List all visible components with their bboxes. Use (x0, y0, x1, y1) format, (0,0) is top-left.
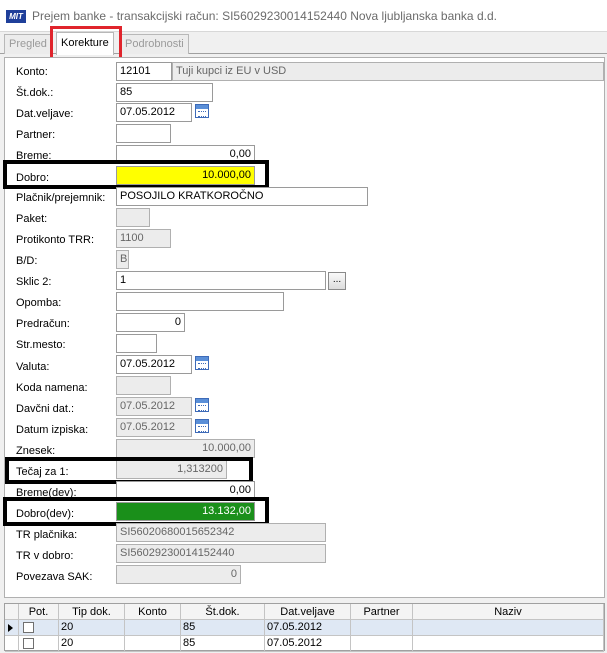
konto-description: Tuji kupci iz EU v USD (172, 62, 604, 81)
calendar-icon[interactable] (195, 398, 209, 412)
tr-placnika-label: TR plačnika: (16, 529, 78, 541)
cell-dat-veljave: 07.05.2012 (265, 636, 351, 652)
column-header-tip-dok[interactable]: Tip dok. (59, 604, 125, 620)
valuta-label: Valuta: (16, 361, 50, 373)
predracun-label: Predračun: (16, 318, 70, 330)
cell-konto (125, 620, 181, 636)
konto-label: Konto: (16, 66, 48, 78)
povezava-sak-label: Povezava SAK: (16, 571, 93, 583)
opomba-input[interactable] (116, 292, 284, 311)
column-header-konto[interactable]: Konto (125, 604, 181, 620)
cell-naziv (413, 620, 604, 636)
annotation-box-dobro (3, 160, 269, 189)
paket-input (116, 208, 150, 227)
predracun-input[interactable]: 0 (116, 313, 185, 332)
cell-st-dok: 85 (181, 620, 265, 636)
davcni-dat-input: 07.05.2012 (116, 397, 192, 416)
column-header-st-dok[interactable]: Št.dok. (181, 604, 265, 620)
cell-konto (125, 636, 181, 652)
grid-header: Pot. Tip dok. Konto Št.dok. Dat.veljave … (5, 604, 604, 620)
znesek-label: Znesek: (16, 445, 56, 457)
grid-corner (5, 604, 19, 620)
tab-podrobnosti[interactable]: Podrobnosti (120, 34, 189, 54)
datum-izpiska-input: 07.05.2012 (116, 418, 192, 437)
app-logo-icon: MIT (6, 10, 26, 23)
documents-grid: Pot. Tip dok. Konto Št.dok. Dat.veljave … (4, 603, 605, 652)
povezava-sak-input: 0 (116, 565, 241, 584)
annotation-box-dobro-dev (3, 497, 269, 526)
calendar-icon[interactable] (195, 356, 209, 370)
window-title: Prejem banke - transakcijski račun: SI56… (32, 9, 497, 23)
sklic2-label: Sklic 2: (16, 276, 52, 288)
st-dok-input[interactable]: 85 (116, 83, 213, 102)
tr-placnika-input: SI56020680015652342 (116, 523, 326, 542)
str-mesto-input[interactable] (116, 334, 157, 353)
table-row[interactable]: 20 85 07.05.2012 (5, 620, 604, 636)
koda-namena-input (116, 376, 171, 395)
column-header-pot[interactable]: Pot. (19, 604, 59, 620)
calendar-icon[interactable] (195, 419, 209, 433)
column-header-partner[interactable]: Partner (351, 604, 413, 620)
partner-input[interactable] (116, 124, 171, 143)
opomba-label: Opomba: (16, 297, 62, 309)
pot-checkbox[interactable] (23, 638, 34, 649)
bd-input: B (116, 250, 129, 269)
partner-label: Partner: (16, 129, 56, 141)
dat-veljave-input[interactable]: 07.05.2012 (116, 103, 192, 122)
cell-tip-dok: 20 (59, 636, 125, 652)
tr-v-dobro-label: TR v dobro: (16, 550, 74, 562)
tr-v-dobro-input: SI56029230014152440 (116, 544, 326, 563)
annotation-box-tecaj (5, 457, 253, 484)
column-header-dat-veljave[interactable]: Dat.veljave (265, 604, 351, 620)
protikonto-label: Protikonto TRR: (16, 234, 95, 246)
paket-label: Paket: (16, 213, 48, 225)
bd-label: B/D: (16, 255, 38, 267)
str-mesto-label: Str.mesto: (16, 339, 66, 351)
dat-veljave-label: Dat.veljave: (16, 108, 74, 120)
cell-partner (351, 636, 413, 652)
cell-st-dok: 85 (181, 636, 265, 652)
davcni-dat-label: Davčni dat.: (16, 403, 75, 415)
column-header-naziv[interactable]: Naziv (413, 604, 604, 620)
valuta-input[interactable]: 07.05.2012 (116, 355, 192, 374)
st-dok-label: Št.dok.: (16, 87, 54, 99)
table-row[interactable]: 20 85 07.05.2012 (5, 636, 604, 652)
datum-izpiska-label: Datum izpiska: (16, 424, 89, 436)
cell-tip-dok: 20 (59, 620, 125, 636)
placnik-label: Plačnik/prejemnik: (16, 192, 106, 204)
pot-checkbox[interactable] (23, 622, 34, 633)
cell-dat-veljave: 07.05.2012 (265, 620, 351, 636)
sklic2-input[interactable]: 1 (116, 271, 326, 290)
znesek-input: 10.000,00 (116, 439, 255, 458)
placnik-input[interactable]: POSOJILO KRATKOROČNO (116, 187, 368, 206)
koda-namena-label: Koda namena: (16, 382, 88, 394)
sklic2-browse-button[interactable]: ... (328, 272, 346, 290)
cell-partner (351, 620, 413, 636)
tab-pregled[interactable]: Pregled (4, 34, 52, 54)
calendar-icon[interactable] (195, 104, 209, 118)
protikonto-input: 1100 (116, 229, 171, 248)
cell-naziv (413, 636, 604, 652)
konto-input[interactable]: 12101 (116, 62, 172, 81)
